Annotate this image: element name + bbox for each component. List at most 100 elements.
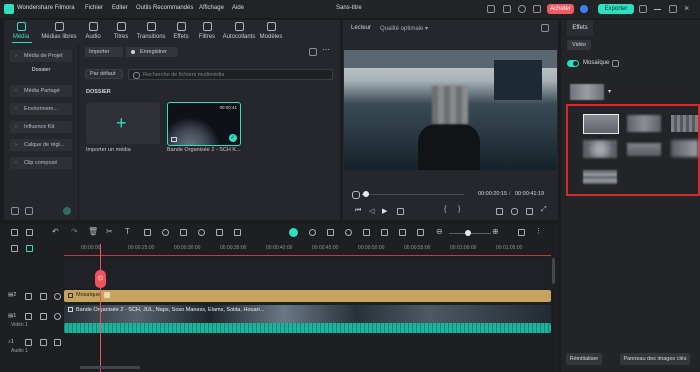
close-icon[interactable]: × [684,3,689,13]
mosaic-option-3[interactable] [671,115,698,132]
folder-icon[interactable] [25,207,33,215]
tab-media[interactable]: Média [6,22,36,40]
export-button[interactable]: Exporter [598,4,634,14]
timeline-ruler[interactable]: 00:00:00 00:00:25:00 00:00:30:00 00:00:3… [64,243,551,255]
menu-fichier[interactable]: Fichier [85,5,103,11]
mosaic-type-chevron-icon[interactable]: ▾ [608,88,611,95]
sidebar-item-compound-clip[interactable]: Clip composé [10,157,72,169]
menu-affichage[interactable]: Affichage [199,5,224,11]
audio-waveform[interactable] [64,323,551,333]
timeline-settings-icon[interactable] [518,229,525,236]
zoom-knob[interactable] [465,230,471,236]
timeline-more-icon[interactable]: ⋮ [535,227,542,235]
zoom-slider[interactable] [449,230,491,236]
camera-icon[interactable] [511,208,518,215]
playhead-handle[interactable]: ⌬ [95,270,106,288]
render-icon[interactable] [309,229,316,236]
timer-icon[interactable] [198,229,205,236]
tab-titles[interactable]: Titres [108,22,134,40]
playhead-line[interactable] [100,244,101,372]
sidebar-item-folder[interactable]: Dossier [10,67,72,73]
zoom-out-icon[interactable]: ⊖ [436,227,443,236]
fullscreen-icon[interactable]: ⤢ [541,206,547,214]
video-clip[interactable]: Bande Organisée 2 - SCH, JUL, Naps, Soso… [64,305,551,323]
mosaic-effect-clip[interactable]: Mosaïque [64,290,551,302]
tab-effects[interactable]: Effets [168,22,194,40]
track-1-eye-icon[interactable] [54,313,61,320]
tab-video[interactable]: Vidéo [567,40,591,50]
reset-button[interactable]: Réinitialiser [566,353,602,365]
record-button[interactable]: Enregistrer [126,47,178,57]
track-2-folder-icon[interactable] [25,293,32,300]
account-icon[interactable] [580,5,588,13]
audio-meter-icon[interactable] [526,208,533,215]
new-folder-icon[interactable] [11,207,19,215]
marker-icon[interactable] [327,229,334,236]
timeline-h-scrollbar[interactable] [80,366,140,369]
quality-dropdown[interactable]: Qualité optimale ▾ [380,25,428,32]
sidebar-item-influence-kit[interactable]: Influence Kit [10,121,72,133]
menu-outils[interactable]: Outils Recommandés [136,5,193,11]
step-back-icon[interactable]: ◁ [369,207,374,215]
mosaic-toggle[interactable] [567,60,579,67]
display-icon[interactable] [496,208,503,215]
search-input[interactable]: Recherche de fichiers multimédia [128,69,333,80]
prev-frame-icon[interactable]: ⏮ [355,207,361,215]
more-options-icon[interactable]: ⋯ [322,45,330,54]
transform-icon[interactable] [216,229,223,236]
volume-icon[interactable] [352,191,360,199]
tab-stock-media[interactable]: Médias libres [40,22,78,40]
filter-list-icon[interactable] [309,48,317,56]
mosaic-option-5[interactable] [627,143,661,156]
ai-tool-icon[interactable] [289,228,298,237]
sidebar-item-project-media[interactable]: Média de Projet [10,50,72,62]
track-2-lock-icon[interactable] [40,293,47,300]
mosaic-checkbox[interactable] [612,60,619,67]
buy-button[interactable]: Acheter [547,4,574,14]
maximize-icon[interactable] [669,5,677,13]
scissors-icon[interactable]: ✂ [106,227,113,236]
tab-filters[interactable]: Filtres [194,22,220,40]
audio-folder-icon[interactable] [25,339,32,346]
mosaic-option-1[interactable] [583,114,619,134]
motion-icon[interactable] [234,229,241,236]
pip-icon[interactable] [399,229,406,236]
stop-icon[interactable] [397,208,404,215]
grid-icon[interactable] [533,5,541,13]
sort-dropdown[interactable]: Par défaut [85,69,123,79]
audio-lock-icon[interactable] [40,339,47,346]
mosaic-option-6[interactable] [671,140,698,157]
import-media-tile[interactable]: + [86,102,160,144]
zoom-in-icon[interactable]: ⊕ [492,227,499,236]
tab-audio[interactable]: Audio [80,22,106,40]
text-tool-icon[interactable]: T [125,227,130,236]
progress-track[interactable] [362,191,464,197]
audio-mix-icon[interactable] [363,229,370,236]
layers-icon[interactable] [417,229,424,236]
play-icon[interactable]: ▶ [382,207,387,215]
snapshot-frame-icon[interactable] [381,229,388,236]
collapse-icon[interactable] [63,207,71,215]
keyframe-panel-button[interactable]: Panneau des images clés [620,353,690,365]
support-icon[interactable] [518,5,526,13]
mosaic-option-2[interactable] [627,115,661,132]
multi-select-icon[interactable] [26,229,33,236]
snapshot-icon[interactable] [541,24,549,32]
sidebar-item-adjustment-layer[interactable]: Calque de régl... [10,139,72,151]
clip-thumbnail[interactable]: 00:00:41 ✓ [167,102,241,146]
add-track-icon[interactable] [11,245,18,252]
import-button[interactable]: Importer [85,47,123,57]
grid-layout-icon[interactable] [11,229,18,236]
track-1-lock-icon[interactable] [40,313,47,320]
undo-icon[interactable]: ↶ [52,227,59,236]
sidebar-item-environment[interactable]: Environnem... [10,103,72,115]
link-icon[interactable] [26,245,33,252]
notification-icon[interactable] [639,5,647,13]
audio-mute-icon[interactable] [54,339,61,346]
sidebar-item-shared-media[interactable]: Média Partagé [10,85,72,97]
color-icon[interactable] [162,229,169,236]
tab-transitions[interactable]: Transitions [134,22,168,40]
mosaic-option-4[interactable] [583,140,617,158]
tab-stickers[interactable]: Autocollants [220,22,258,40]
tab-templates[interactable]: Modèles [256,22,286,40]
